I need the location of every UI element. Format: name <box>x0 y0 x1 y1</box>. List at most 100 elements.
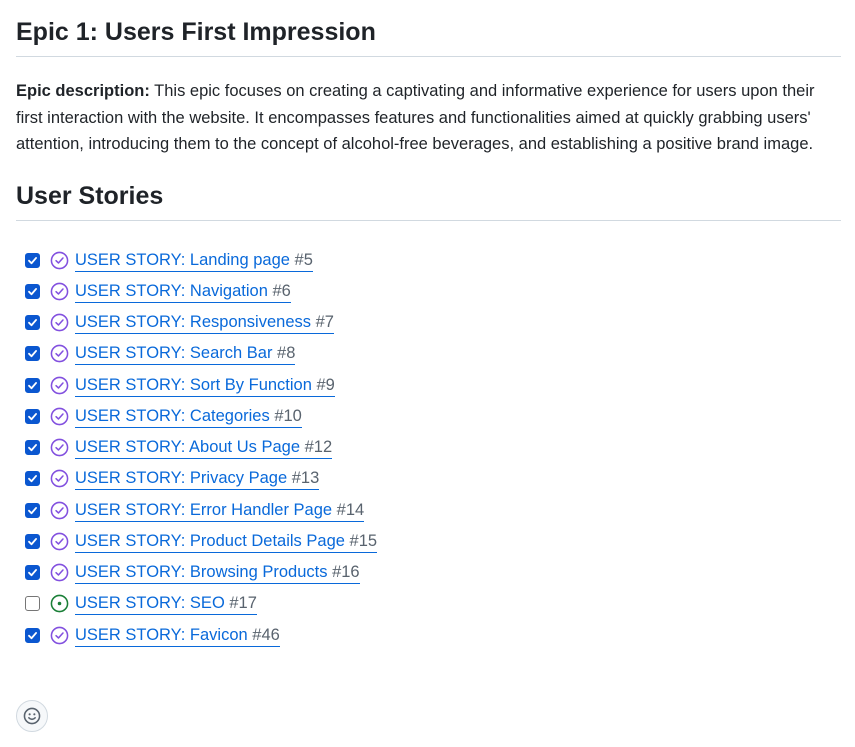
story-title: USER STORY: Favicon <box>75 625 248 644</box>
story-number: #7 <box>311 313 334 332</box>
story-checkbox[interactable] <box>25 408 40 424</box>
story-checkbox[interactable] <box>25 565 40 581</box>
story-title: USER STORY: Privacy Page <box>75 469 288 488</box>
story-item: USER STORY: Responsiveness #7 <box>16 307 841 338</box>
story-item: USER STORY: Sort By Function #9 <box>16 370 841 401</box>
story-item: USER STORY: Browsing Products #16 <box>16 557 841 588</box>
story-title: USER STORY: Browsing Products <box>75 563 328 582</box>
issue-body: Epic 1: Users First Impression Epic desc… <box>16 0 841 651</box>
user-story-task-list: USER STORY: Landing page #5 USER STORY: N… <box>16 245 841 651</box>
story-checkbox[interactable] <box>25 596 40 612</box>
story-link[interactable]: USER STORY: Sort By Function #9 <box>75 374 335 397</box>
check-icon <box>28 506 37 514</box>
story-item: USER STORY: Categories #10 <box>16 401 841 432</box>
story-link[interactable]: USER STORY: Favicon #46 <box>75 624 280 647</box>
issue-closed-icon <box>50 376 69 395</box>
story-item: USER STORY: About Us Page #12 <box>16 432 841 463</box>
story-checkbox[interactable] <box>25 346 40 362</box>
story-checkbox[interactable] <box>25 315 40 331</box>
check-icon <box>28 475 37 483</box>
story-item: USER STORY: Search Bar #8 <box>16 338 841 369</box>
story-number: #12 <box>300 438 333 457</box>
story-title: USER STORY: Navigation <box>75 281 268 300</box>
issue-closed-icon <box>50 438 69 457</box>
check-icon <box>28 381 37 389</box>
story-link[interactable]: USER STORY: Responsiveness #7 <box>75 311 334 335</box>
story-number: #10 <box>269 406 302 425</box>
story-number: #13 <box>287 469 320 488</box>
story-link[interactable]: USER STORY: Privacy Page #13 <box>75 467 320 491</box>
epic-title: Epic 1: Users First Impression <box>16 18 376 46</box>
issue-closed-icon <box>50 501 69 520</box>
check-icon <box>28 412 37 421</box>
story-link[interactable]: USER STORY: Categories #10 <box>75 405 302 428</box>
issue-closed-icon <box>50 563 69 582</box>
story-title: USER STORY: SEO <box>75 594 225 613</box>
story-checkbox[interactable] <box>25 627 40 643</box>
story-title: USER STORY: Landing page <box>75 250 290 269</box>
check-icon <box>28 631 37 639</box>
story-checkbox[interactable] <box>25 283 40 299</box>
story-title: USER STORY: Search Bar <box>75 344 273 363</box>
story-link[interactable]: USER STORY: Error Handler Page #14 <box>75 499 365 522</box>
check-icon <box>28 256 37 264</box>
epic-description-label: Epic description: <box>16 82 150 100</box>
smiley-icon <box>23 707 41 725</box>
story-number: #6 <box>267 281 291 300</box>
story-title: USER STORY: Responsiveness <box>75 313 311 332</box>
story-item: USER STORY: Landing page #5 <box>16 245 841 276</box>
issue-closed-icon <box>50 344 69 363</box>
issue-closed-icon <box>50 407 69 426</box>
story-checkbox[interactable] <box>25 533 40 549</box>
story-link[interactable]: USER STORY: Product Details Page #15 <box>75 530 378 553</box>
user-stories-heading: User Stories <box>16 181 164 210</box>
story-title: USER STORY: Product Details Page <box>75 531 345 550</box>
epic-description: Epic description: This epic focuses on c… <box>16 78 841 158</box>
issue-closed-icon <box>50 313 69 332</box>
story-title: USER STORY: Error Handler Page <box>75 500 333 519</box>
story-item: USER STORY: Product Details Page #15 <box>16 526 841 557</box>
story-checkbox[interactable] <box>25 471 40 487</box>
story-item: USER STORY: Error Handler Page #14 <box>16 495 841 526</box>
story-link[interactable]: USER STORY: Browsing Products #16 <box>75 561 360 585</box>
check-icon <box>28 444 37 452</box>
title-divider <box>16 56 841 57</box>
story-link[interactable]: USER STORY: Landing page #5 <box>75 249 313 272</box>
check-icon <box>28 287 37 296</box>
story-checkbox[interactable] <box>25 377 40 393</box>
story-checkbox[interactable] <box>25 502 40 518</box>
story-item: USER STORY: Navigation #6 <box>16 276 841 307</box>
check-icon <box>28 537 37 546</box>
story-number: #9 <box>311 375 335 394</box>
story-title: USER STORY: Categories <box>75 406 270 425</box>
check-icon <box>28 350 37 358</box>
story-link[interactable]: USER STORY: About Us Page #12 <box>75 436 333 460</box>
story-checkbox[interactable] <box>25 440 40 456</box>
story-number: #17 <box>224 594 257 613</box>
story-number: #46 <box>247 625 280 644</box>
issue-closed-icon <box>50 532 69 551</box>
story-item: USER STORY: Privacy Page #13 <box>16 463 841 494</box>
story-link[interactable]: USER STORY: Navigation #6 <box>75 280 291 303</box>
stories-divider <box>16 219 841 221</box>
issue-closed-icon <box>50 626 69 645</box>
story-link[interactable]: USER STORY: SEO #17 <box>75 592 257 616</box>
story-number: #15 <box>344 531 378 550</box>
story-checkbox[interactable] <box>25 252 40 268</box>
story-number: #5 <box>289 250 313 269</box>
story-number: #8 <box>272 344 296 363</box>
issue-closed-icon <box>50 282 69 301</box>
issue-open-icon <box>50 594 69 613</box>
story-number: #16 <box>327 563 360 582</box>
story-item: USER STORY: SEO #17 <box>16 588 841 619</box>
issue-closed-icon <box>50 251 69 270</box>
story-number: #14 <box>332 500 365 519</box>
story-item: USER STORY: Favicon #46 <box>16 620 841 651</box>
check-icon <box>28 319 37 327</box>
add-reaction-button[interactable] <box>16 700 48 732</box>
issue-closed-icon <box>50 469 69 488</box>
story-link[interactable]: USER STORY: Search Bar #8 <box>75 342 296 366</box>
story-title: USER STORY: Sort By Function <box>75 375 312 394</box>
story-title: USER STORY: About Us Page <box>75 438 301 457</box>
check-icon <box>28 569 37 577</box>
